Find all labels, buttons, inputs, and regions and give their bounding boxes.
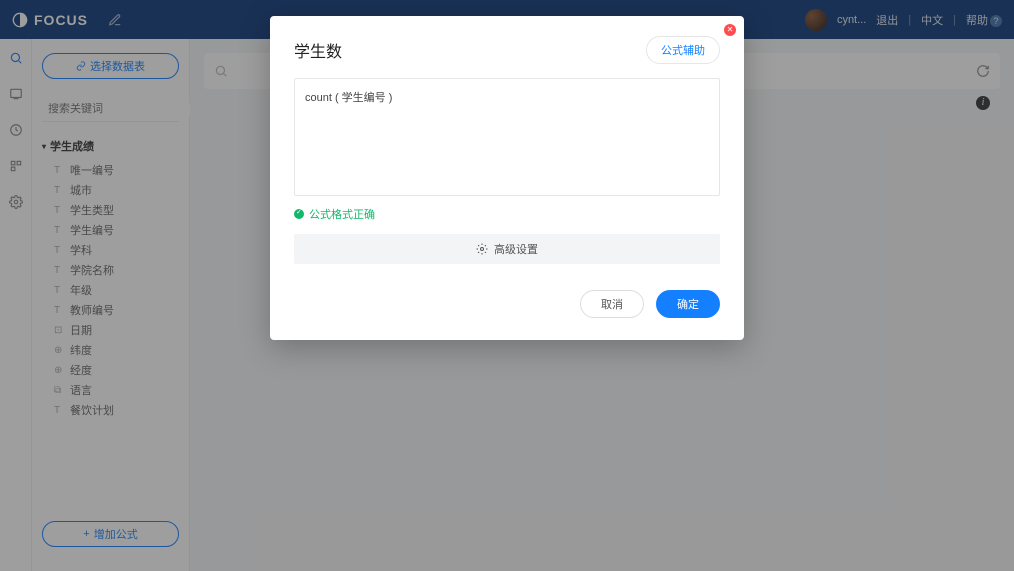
gear-icon bbox=[476, 243, 488, 255]
confirm-button[interactable]: 确定 bbox=[656, 290, 720, 318]
validation-message: 公式格式正确 bbox=[294, 206, 720, 222]
modal-footer: 取消 确定 bbox=[294, 290, 720, 318]
formula-input[interactable]: count ( 学生编号 ) bbox=[294, 78, 720, 196]
close-icon[interactable]: ✕ bbox=[724, 24, 736, 36]
formula-modal: ✕ 学生数 公式辅助 count ( 学生编号 ) 公式格式正确 高级设置 取消… bbox=[270, 16, 744, 340]
formula-text: count ( 学生编号 ) bbox=[305, 92, 392, 104]
advanced-settings-button[interactable]: 高级设置 bbox=[294, 234, 720, 264]
advanced-label: 高级设置 bbox=[494, 241, 538, 257]
check-icon bbox=[294, 209, 304, 219]
modal-header: 学生数 公式辅助 bbox=[294, 36, 720, 64]
formula-helper-button[interactable]: 公式辅助 bbox=[646, 36, 720, 64]
validation-text: 公式格式正确 bbox=[309, 206, 375, 222]
cancel-button[interactable]: 取消 bbox=[580, 290, 644, 318]
modal-title: 学生数 bbox=[294, 38, 342, 62]
